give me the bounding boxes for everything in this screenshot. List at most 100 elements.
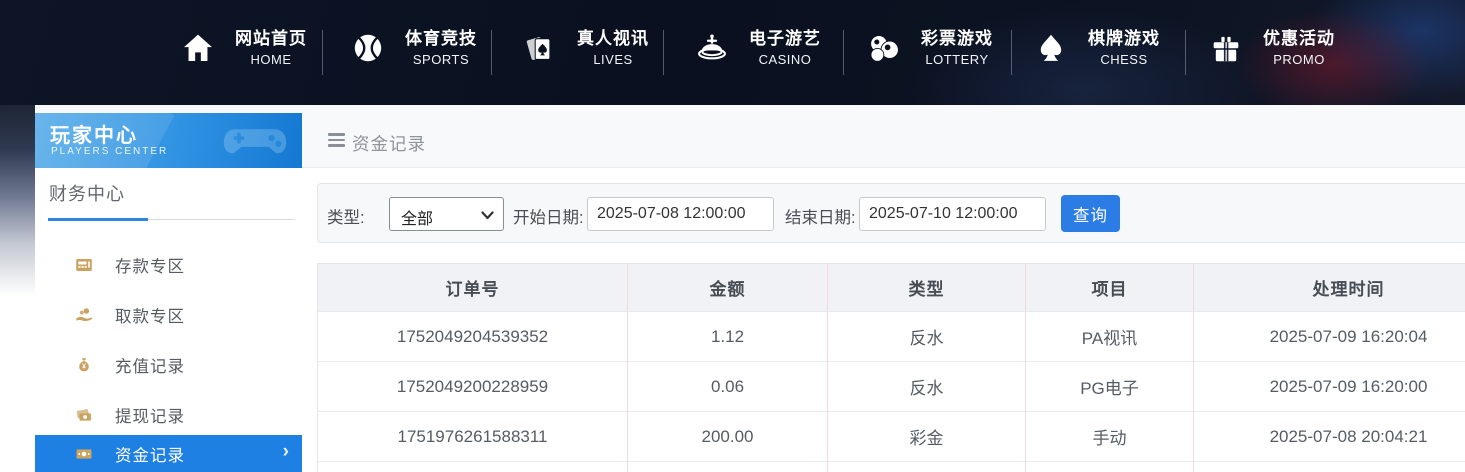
- nav-item-chess[interactable]: 棋牌游戏 CHESS: [1033, 27, 1164, 69]
- menu-toggle-icon[interactable]: [328, 133, 345, 147]
- cell-amount: 0.06: [628, 362, 828, 412]
- sidebar-item-recharge-record[interactable]: ¥ 充值记录: [35, 344, 302, 386]
- cell-time: 2025-07-08 20:04:21: [1194, 412, 1465, 462]
- cell-type: 反水: [828, 362, 1026, 412]
- deposit-icon: [73, 254, 95, 276]
- column-header-amount: 金额: [628, 264, 828, 312]
- sports-ball-icon: [350, 30, 386, 66]
- column-header-type: 类型: [828, 264, 1026, 312]
- nav-divider: [322, 30, 323, 75]
- nav-divider: [1185, 30, 1186, 75]
- nav-label-zh: 网站首页: [235, 27, 307, 51]
- nav-divider: [491, 30, 492, 75]
- section-divider-accent: [48, 218, 148, 221]
- sidebar-section-title: 财务中心: [49, 180, 125, 206]
- table-row-partial: [318, 462, 1465, 472]
- sidebar-item-label: 提现记录: [115, 403, 185, 427]
- cell-amount: 200.00: [628, 412, 828, 462]
- gamepad-icon: [216, 117, 294, 165]
- nav-label-en: LOTTERY: [925, 51, 988, 69]
- nav-divider: [843, 30, 844, 75]
- sidebar-item-label: 充值记录: [115, 353, 185, 377]
- column-header-time: 处理时间: [1194, 264, 1465, 312]
- search-button[interactable]: 查询: [1061, 195, 1120, 232]
- top-nav: 网站首页 HOME 体育竞技 SPORTS 真人视讯: [0, 0, 1465, 105]
- end-date-label: 结束日期:: [785, 204, 856, 228]
- sidebar-item-withdraw-zone[interactable]: 取款专区: [35, 294, 302, 336]
- end-date-input[interactable]: [859, 197, 1046, 231]
- nav-item-home[interactable]: 网站首页 HOME: [180, 27, 311, 69]
- type-label: 类型:: [327, 204, 365, 228]
- chevron-right-icon: ›: [283, 441, 289, 463]
- withdraw-hand-icon: [73, 304, 95, 326]
- sidebar-title: 玩家中心: [50, 119, 138, 148]
- cell-amount: 1.12: [628, 312, 828, 362]
- funds-record-table: 订单号 金额 类型 项目 处理时间 1752049204539352 1.12 …: [317, 263, 1465, 472]
- cell-project: 手动: [1026, 412, 1194, 462]
- roulette-icon: [694, 30, 730, 66]
- column-header-project: 项目: [1026, 264, 1194, 312]
- sidebar-item-withdrawal-record[interactable]: 提现记录: [35, 394, 302, 436]
- column-header-order-no: 订单号: [318, 264, 628, 312]
- cell-empty: [318, 462, 628, 472]
- sidebar-item-label: 资金记录: [115, 442, 185, 466]
- funds-record-icon: [73, 443, 95, 465]
- type-select-value: 全部: [401, 205, 433, 229]
- type-select[interactable]: 全部: [389, 197, 504, 231]
- svg-text:¥: ¥: [82, 364, 86, 371]
- nav-label-zh: 优惠活动: [1263, 27, 1335, 51]
- nav-label-en: SPORTS: [413, 51, 469, 69]
- sidebar: 财务中心 存款专区 取款专区: [35, 168, 302, 472]
- page-background-strip: [0, 105, 35, 472]
- lottery-balls-icon: [866, 30, 902, 66]
- nav-label-zh: 棋牌游戏: [1088, 27, 1160, 51]
- cell-empty: [828, 462, 1026, 472]
- cell-type: 反水: [828, 312, 1026, 362]
- table-row: 1752049204539352 1.12 反水 PA视讯 2025-07-09…: [318, 312, 1465, 362]
- sidebar-subtitle: PLAYERS CENTER: [51, 146, 168, 157]
- sidebar-item-funds-record[interactable]: 资金记录 ›: [35, 435, 302, 472]
- start-date-label: 开始日期:: [513, 204, 584, 228]
- nav-item-sports[interactable]: 体育竞技 SPORTS: [350, 27, 481, 69]
- cell-empty: [1194, 462, 1465, 472]
- start-date-input[interactable]: [587, 197, 774, 231]
- nav-item-casino[interactable]: 电子游艺 CASINO: [694, 27, 825, 69]
- page: 网站首页 HOME 体育竞技 SPORTS 真人视讯: [0, 0, 1465, 472]
- nav-item-lottery[interactable]: 彩票游戏 LOTTERY: [866, 27, 997, 69]
- cell-time: 2025-07-09 16:20:00: [1194, 362, 1465, 412]
- nav-item-lives[interactable]: 真人视讯 LIVES: [522, 27, 653, 69]
- banknotes-icon: [73, 404, 95, 426]
- nav-label-en: HOME: [251, 51, 292, 69]
- cell-project: PA视讯: [1026, 312, 1194, 362]
- playing-cards-icon: [522, 30, 558, 66]
- cell-empty: [1026, 462, 1194, 472]
- nav-label-en: CASINO: [759, 51, 812, 69]
- nav-item-promo[interactable]: 优惠活动 PROMO: [1208, 27, 1339, 69]
- sidebar-header: 玩家中心 PLAYERS CENTER: [35, 113, 302, 168]
- nav-label-en: PROMO: [1273, 51, 1325, 69]
- nav-label-zh: 体育竞技: [405, 27, 477, 51]
- nav-label-en: CHESS: [1100, 51, 1147, 69]
- nav-label-en: LIVES: [593, 51, 632, 69]
- sidebar-item-label: 存款专区: [115, 253, 185, 277]
- spade-icon: [1033, 30, 1069, 66]
- cell-type: 彩金: [828, 412, 1026, 462]
- nav-label-zh: 真人视讯: [577, 27, 649, 51]
- home-icon: [180, 30, 216, 66]
- nav-divider: [663, 30, 664, 75]
- sidebar-item-deposit-zone[interactable]: 存款专区: [35, 244, 302, 286]
- sidebar-item-label: 取款专区: [115, 303, 185, 327]
- table-row: 1751976261588311 200.00 彩金 手动 2025-07-08…: [318, 412, 1465, 462]
- nav-label-zh: 电子游艺: [749, 27, 821, 51]
- chevron-down-icon: [481, 211, 494, 220]
- nav-label-zh: 彩票游戏: [921, 27, 993, 51]
- cell-order-no: 1751976261588311: [318, 412, 628, 462]
- filter-bar: 类型: 全部 开始日期: 结束日期: 查询: [317, 183, 1465, 243]
- cell-order-no: 1752049200228959: [318, 362, 628, 412]
- table-row: 1752049200228959 0.06 反水 PG电子 2025-07-09…: [318, 362, 1465, 412]
- table-header-row: 订单号 金额 类型 项目 处理时间: [318, 264, 1465, 312]
- nav-divider: [1011, 30, 1012, 75]
- money-bag-icon: ¥: [73, 354, 95, 376]
- cell-empty: [628, 462, 828, 472]
- gift-icon: [1208, 30, 1244, 66]
